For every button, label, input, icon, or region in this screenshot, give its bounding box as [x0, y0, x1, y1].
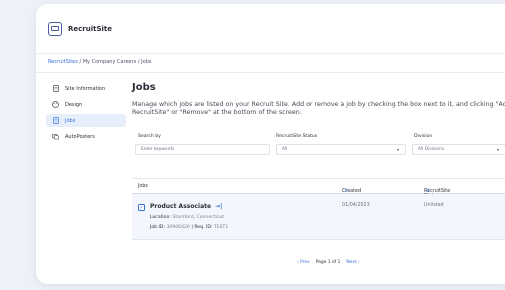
filters-bar: Search by Enter keywords RecruitSite Sta…	[132, 132, 505, 162]
breadcrumb-root[interactable]: RecruitSites	[48, 59, 78, 65]
sidebar-item-label: Design	[65, 101, 83, 108]
app-window: RecruitSite RecruitSites / My Company Ca…	[36, 4, 505, 284]
jobs-icon	[52, 117, 59, 124]
app-title: RecruitSite	[68, 24, 113, 33]
chevron-down-icon: ▾	[396, 147, 399, 152]
job-created-date: 01/04/2023	[342, 203, 370, 208]
sidebar-item-site-information[interactable]: Site Information	[46, 82, 126, 95]
breadcrumb-middle[interactable]: My Company Careers	[83, 59, 137, 65]
document-icon	[52, 85, 59, 92]
status-label: RecruitSite Status	[276, 134, 318, 139]
job-status: Unlisted	[424, 203, 444, 208]
page-info: Page 1 of 1	[315, 260, 341, 265]
recruitsite-logo-icon	[48, 21, 62, 36]
page-title: Jobs	[132, 82, 156, 93]
sidebar-item-autoposters[interactable]: AutoPosters	[46, 130, 126, 143]
chevron-down-icon: ▾	[496, 147, 499, 152]
column-header-jobs: Jobs	[138, 184, 148, 189]
page-description: Manage which jobs are listed on your Rec…	[132, 101, 505, 116]
next-page-button[interactable]: Next ›	[346, 260, 359, 265]
breadcrumb: RecruitSites / My Company Careers / Jobs	[48, 59, 152, 65]
autoposter-icon	[52, 133, 59, 140]
pagination: ‹ Prev Page 1 of 1 Next ›	[297, 260, 360, 265]
sidebar-item-design[interactable]: Design	[46, 98, 126, 111]
table-header: Jobs Created⇕ RecruitSite Status⇕	[132, 178, 505, 199]
search-label: Search by	[138, 134, 161, 139]
table-row[interactable]: ✓ Product Associate →| Location: Stamford…	[132, 194, 505, 240]
status-select[interactable]: All ▾	[276, 144, 406, 155]
palette-icon	[52, 101, 59, 108]
job-ids: Job ID: 30906426 | Req. ID: TEST1	[150, 225, 229, 230]
sidebar-item-label: AutoPosters	[65, 133, 95, 140]
sidebar-item-jobs[interactable]: Jobs	[46, 114, 126, 127]
division-select-value: All Divisions	[418, 147, 444, 152]
sidebar: Site Information Design Jobs AutoPosters	[46, 82, 126, 146]
job-title[interactable]: Product Associate →|	[150, 203, 222, 210]
division-select[interactable]: All Divisions ▾	[412, 144, 505, 155]
job-location: Location: Stamford, Connecticut	[150, 215, 225, 220]
open-link-icon[interactable]: →|	[215, 203, 222, 210]
prev-page-button[interactable]: ‹ Prev	[297, 260, 310, 265]
row-checkbox[interactable]: ✓	[138, 204, 145, 211]
sidebar-item-label: Site Information	[65, 85, 106, 92]
main-content: Jobs Manage which jobs are listed on you…	[132, 82, 505, 265]
search-input[interactable]: Enter keywords	[135, 144, 270, 155]
status-select-value: All	[282, 147, 288, 152]
breadcrumb-current: Jobs	[141, 59, 152, 65]
division-label: Division	[414, 134, 433, 139]
app-header: RecruitSite	[36, 4, 505, 54]
header-divider	[36, 72, 505, 73]
sidebar-item-label: Jobs	[65, 117, 76, 124]
